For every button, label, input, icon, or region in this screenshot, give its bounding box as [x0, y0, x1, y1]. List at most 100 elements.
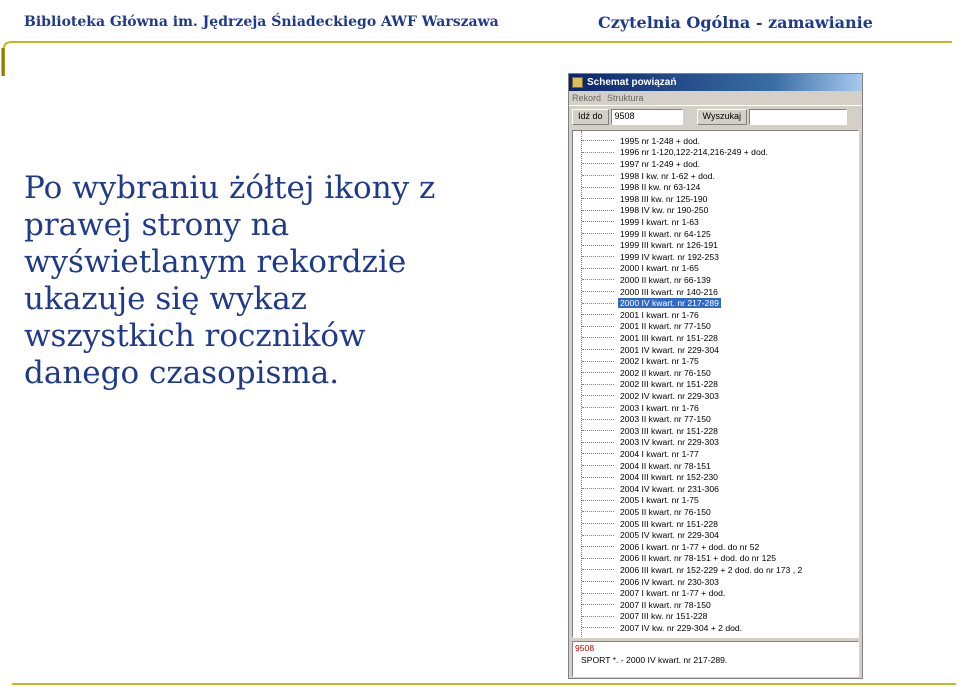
tree-item[interactable]: 2004 I kwart. nr 1-77: [573, 448, 701, 460]
tree-branch: [582, 615, 614, 617]
tree-item[interactable]: 2002 II kwart. nr 76-150: [573, 367, 713, 379]
status-panel: 9508 SPORT *. - 2000 IV kwart. nr 217-28…: [572, 641, 859, 677]
menu-rekord[interactable]: Rekord: [572, 93, 601, 103]
tree-item[interactable]: 2003 II kwart. nr 77-150: [573, 413, 713, 425]
tree-item[interactable]: 2006 IV kwart. nr 230-303: [573, 576, 721, 588]
tree-item[interactable]: 2000 II kwart. nr 66-139: [573, 274, 713, 286]
tree-item-label: 2002 II kwart. nr 76-150: [620, 367, 711, 378]
tree-item[interactable]: 1998 III kw. nr 125-190: [573, 193, 709, 205]
tree-item-label: 2003 III kwart. nr 151-228: [620, 425, 718, 436]
tree-item[interactable]: 2002 IV kwart. nr 229-303: [573, 390, 721, 402]
tree-item-label: 2001 I kwart. nr 1-76: [620, 309, 699, 320]
tree-branch: [582, 499, 614, 501]
tree-item[interactable]: 2001 IV kwart. nr 229-304: [573, 344, 721, 356]
tree-item[interactable]: 2005 IV kwart. nr 229-304: [573, 529, 721, 541]
tree-branch: [582, 523, 614, 525]
tree-item[interactable]: 2006 III kwart. nr 152-229 + 2 dod. do n…: [573, 564, 804, 576]
tree-branch: [582, 233, 614, 235]
tree-item[interactable]: 2006 I kwart. nr 1-77 + dod. do nr 52: [573, 541, 761, 553]
tree-branch: [582, 209, 614, 211]
tree-item-label: 2000 II kwart. nr 66-139: [620, 274, 711, 285]
tree-item-label: 2003 II kwart. nr 77-150: [620, 414, 711, 425]
tree-item-label: 2006 I kwart. nr 1-77 + dod. do nr 52: [620, 541, 760, 552]
tree-branch: [582, 430, 614, 432]
tree-branch: [582, 511, 614, 513]
toolbar: Idź do 9508 Wyszukaj: [569, 105, 862, 127]
tree-item[interactable]: 1998 IV kw. nr 190-250: [573, 205, 710, 217]
tree-item[interactable]: 2007 III kw. nr 151-228: [573, 611, 709, 623]
goto-input[interactable]: 9508: [610, 108, 683, 125]
relations-window: Schemat powiązań Rekord Struktura Idź do…: [568, 73, 863, 679]
tree-item[interactable]: 1999 III kwart. nr 126-191: [573, 239, 720, 251]
tree-branch: [582, 291, 614, 293]
tree-item[interactable]: 1997 nr 1-249 + dod.: [573, 158, 702, 170]
tree-branch: [582, 349, 614, 351]
tree-item-label: 2004 II kwart. nr 78-151: [620, 460, 711, 471]
tree-item[interactable]: 2002 III kwart. nr 151-228: [573, 379, 720, 391]
tree-branch: [582, 476, 614, 478]
tree-item[interactable]: 2006 II kwart. nr 78-151 + dod. do nr 12…: [573, 553, 778, 565]
tree-item[interactable]: 2005 III kwart. nr 151-228: [573, 518, 720, 530]
tree-item-label: 1997 nr 1-249 + dod.: [620, 158, 701, 169]
tree-item[interactable]: 2004 IV kwart. nr 231-306: [573, 483, 721, 495]
slide-header: Biblioteka Główna im. Jędrzeja Śniadecki…: [0, 0, 960, 76]
tree-branch: [582, 441, 614, 443]
tree-view[interactable]: 1995 nr 1-248 + dod. 1996 nr 1-120,122-21…: [572, 130, 859, 638]
tree-branch: [582, 186, 614, 188]
tree-item[interactable]: 1995 nr 1-248 + dod.: [573, 135, 702, 147]
tree-item-label: 1995 nr 1-248 + dod.: [620, 135, 701, 146]
tree-item[interactable]: 2000 III kwart. nr 140-216: [573, 286, 720, 298]
tree-item-label: 2005 II kwart. nr 76-150: [620, 506, 711, 517]
tree-item-label: 2007 II kwart. nr 78-150: [620, 599, 711, 610]
tree-item-label: 1999 III kwart. nr 126-191: [620, 240, 718, 251]
tree-item[interactable]: 2003 IV kwart. nr 229-303: [573, 437, 721, 449]
tree-item[interactable]: 2007 I kwart. nr 1-77 + dod.: [573, 587, 727, 599]
tree-item[interactable]: 2007 II kwart. nr 78-150: [573, 599, 713, 611]
search-button[interactable]: Wyszukaj: [696, 108, 747, 125]
tree-item[interactable]: 2003 III kwart. nr 151-228: [573, 425, 720, 437]
tree-item[interactable]: 2002 I kwart. nr 1-75: [573, 355, 701, 367]
tree-item[interactable]: 1999 I kwart. nr 1-63: [573, 216, 701, 228]
goto-button[interactable]: Idź do: [572, 108, 609, 125]
tree-branch: [582, 627, 614, 629]
tree-branch: [582, 244, 614, 246]
tree-item[interactable]: 2000 I kwart. nr 1-65: [573, 263, 701, 275]
tree-item[interactable]: 2004 II kwart. nr 78-151: [573, 460, 713, 472]
tree-item-label: 2002 III kwart. nr 151-228: [620, 379, 718, 390]
tree-item-label: 2003 IV kwart. nr 229-303: [620, 437, 719, 448]
tree-item[interactable]: 2000 IV kwart. nr 217-289: [573, 297, 721, 309]
tree-item-label: 2002 I kwart. nr 1-75: [620, 356, 699, 367]
window-titlebar[interactable]: Schemat powiązań: [569, 74, 862, 91]
footer-rule: [12, 683, 956, 685]
tree-item[interactable]: 2004 III kwart. nr 152-230: [573, 471, 720, 483]
tree-item-label: 1998 IV kw. nr 190-250: [620, 205, 709, 216]
tree-item-label: 2005 III kwart. nr 151-228: [620, 518, 718, 529]
tree-item[interactable]: 1999 II kwart. nr 64-125: [573, 228, 713, 240]
menu-struktura[interactable]: Struktura: [607, 93, 644, 103]
tree-item[interactable]: 2005 I kwart. nr 1-75: [573, 495, 701, 507]
tree-item[interactable]: 1998 I kw. nr 1-62 + dod.: [573, 170, 717, 182]
search-input[interactable]: [748, 108, 847, 125]
tree-item[interactable]: 2001 III kwart. nr 151-228: [573, 332, 720, 344]
tree-branch: [582, 546, 614, 548]
tree-item-label: 2001 II kwart. nr 77-150: [620, 321, 711, 332]
tree-item[interactable]: 2005 II kwart. nr 76-150: [573, 506, 713, 518]
tree-branch: [582, 383, 614, 385]
header-rule: [1, 41, 952, 76]
tree-item[interactable]: 1996 nr 1-120,122-214,216-249 + dod.: [573, 147, 770, 159]
tree-item[interactable]: 1998 II kw. nr 63-124: [573, 181, 702, 193]
tree-item[interactable]: 2001 I kwart. nr 1-76: [573, 309, 701, 321]
tree-item-label: 2002 IV kwart. nr 229-303: [620, 390, 719, 401]
tree-branch: [582, 360, 614, 362]
tree-branch: [582, 465, 614, 467]
tree-branch: [582, 453, 614, 455]
tree-item[interactable]: 1999 IV kwart. nr 192-253: [573, 251, 721, 263]
tree-item-label: 1999 IV kwart. nr 192-253: [620, 251, 719, 262]
tree-branch: [582, 592, 614, 594]
tree-item[interactable]: 2007 IV kw. nr 229-304 + 2 dod.: [573, 622, 744, 634]
tree-item[interactable]: 2001 II kwart. nr 77-150: [573, 321, 713, 333]
tree-item[interactable]: 2003 I kwart. nr 1-76: [573, 402, 701, 414]
tree-branch: [582, 198, 614, 200]
tree-item-label: 2006 IV kwart. nr 230-303: [620, 576, 719, 587]
tree-item-label: 2000 III kwart. nr 140-216: [620, 286, 718, 297]
